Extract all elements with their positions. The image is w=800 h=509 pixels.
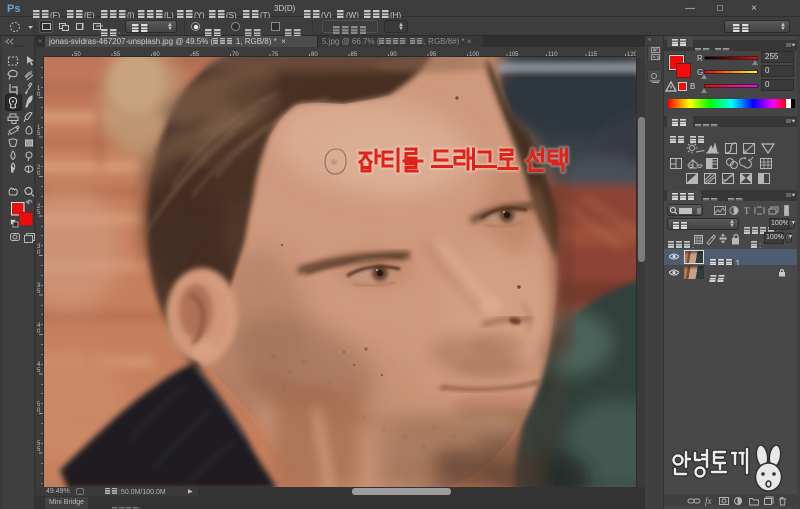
svg-text:5: 5 — [37, 131, 41, 137]
svg-text:5: 5 — [37, 289, 41, 295]
svg-text:T: T — [744, 206, 750, 216]
svg-text:5: 5 — [37, 447, 41, 453]
svg-text:5: 5 — [37, 368, 41, 374]
svg-text:5: 5 — [37, 210, 41, 216]
svg-text:fx: fx — [705, 496, 712, 506]
